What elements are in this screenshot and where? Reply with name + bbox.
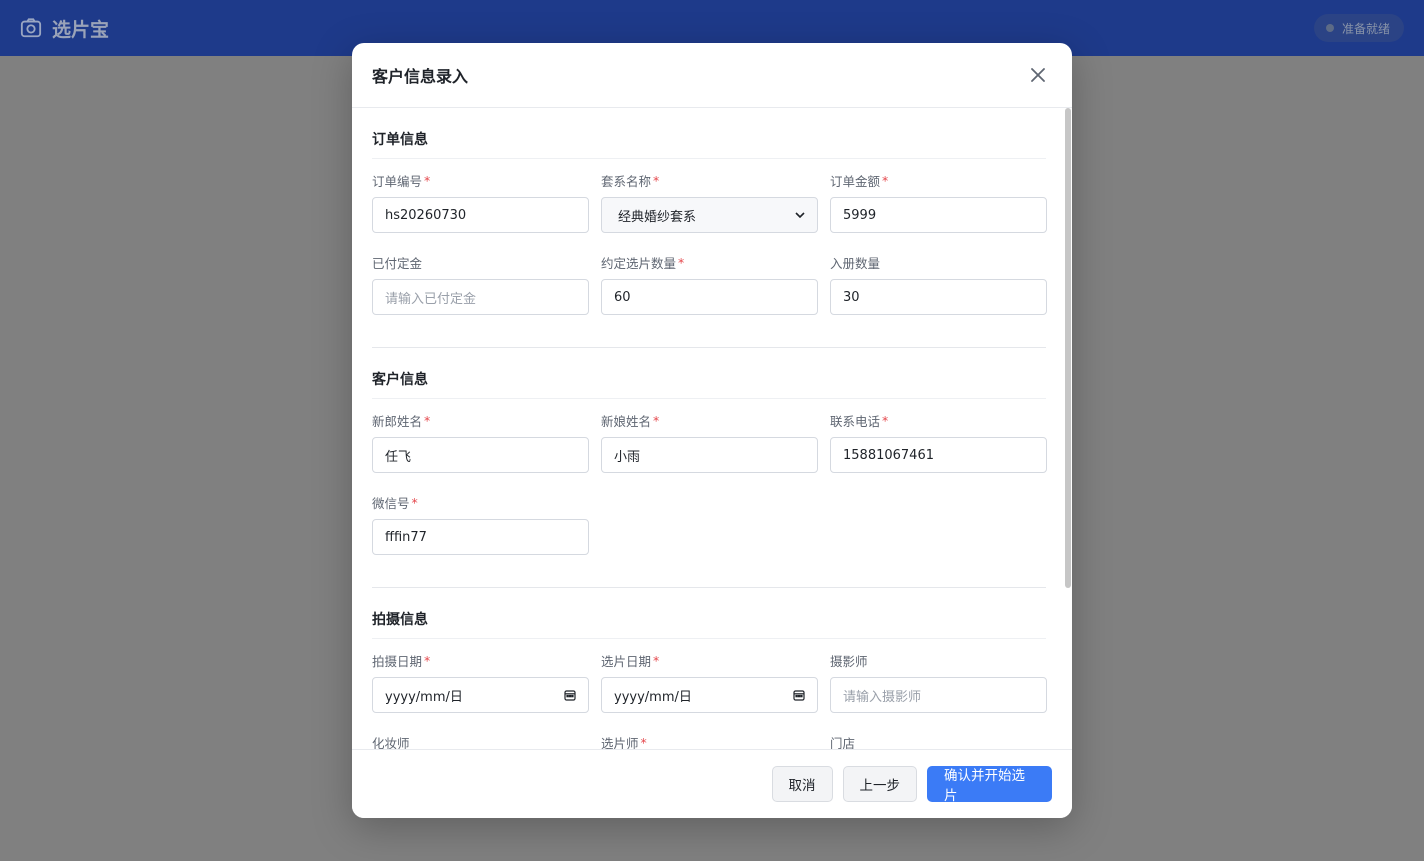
section-title-order: 订单信息 xyxy=(372,108,1046,159)
bride-name-input[interactable]: 小雨 xyxy=(601,437,818,473)
cancel-button[interactable]: 取消 xyxy=(771,766,833,802)
field-makeup: 化妆师 xyxy=(372,733,589,750)
calendar-icon[interactable] xyxy=(564,689,576,701)
section-order: 订单信息 订单编号 * hs20260730 套系名称 * 经典婚纱套系 订单金额 *… xyxy=(372,108,1047,348)
field-package: 套系名称 * 经典婚纱套系 xyxy=(601,171,818,233)
required-mark: * xyxy=(678,254,685,270)
field-order-no: 订单编号 * hs20260730 xyxy=(372,171,589,233)
field-amount: 订单金额 * 5999 xyxy=(830,171,1047,233)
photographer-input[interactable]: 请输入摄影师 xyxy=(830,677,1047,713)
phone-input[interactable]: 15881067461 xyxy=(830,437,1047,473)
label-groom: 新郎姓名 xyxy=(372,413,423,429)
groom-name-input[interactable]: 任飞 xyxy=(372,437,589,473)
required-mark: * xyxy=(424,412,431,428)
field-photographer: 摄影师 请输入摄影师 xyxy=(830,651,1047,713)
calendar-icon[interactable] xyxy=(793,689,805,701)
wechat-input[interactable]: fffin77 xyxy=(372,519,589,555)
select-count-input[interactable]: 60 xyxy=(601,279,818,315)
status-badge: 准备就绪 xyxy=(1313,14,1404,42)
close-button[interactable] xyxy=(1026,63,1050,87)
scrollbar[interactable] xyxy=(1064,108,1072,749)
confirm-start-button[interactable]: 确认并开始选片 xyxy=(927,766,1052,804)
modal-footer: 取消 上一步 确认并开始选片 xyxy=(352,749,1072,818)
required-mark: * xyxy=(653,652,660,668)
brand: 选片宝 xyxy=(20,15,109,42)
label-shoot-date: 拍摄日期 xyxy=(372,653,423,669)
field-groom: 新郎姓名 * 任飞 xyxy=(372,411,589,473)
label-amount: 订单金额 xyxy=(830,173,881,189)
section-customer: 客户信息 新郎姓名 * 任飞 新娘姓名 * 小雨 联系电话 * 15881067461… xyxy=(372,348,1047,588)
app-title: 选片宝 xyxy=(52,18,110,41)
camera-icon xyxy=(20,18,42,38)
deposit-input[interactable]: 请输入已付定金 xyxy=(372,279,589,315)
package-select[interactable]: 经典婚纱套系 xyxy=(601,197,818,233)
section-shoot: 拍摄信息 拍摄日期 * yyyy/mm/日 选片日期 * yyyy/mm/日 摄… xyxy=(372,588,1047,750)
shoot-date-input[interactable]: yyyy/mm/日 xyxy=(372,677,589,713)
select-date-placeholder: yyyy/mm/日 xyxy=(614,689,692,705)
section-title-shoot: 拍摄信息 xyxy=(372,588,1046,639)
required-mark: * xyxy=(640,734,647,750)
label-bride: 新娘姓名 xyxy=(601,413,652,429)
package-selected: 经典婚纱套系 xyxy=(618,209,697,225)
field-select-count: 约定选片数量 * 60 xyxy=(601,253,818,315)
customer-info-modal: 客户信息录入 订单信息 订单编号 * hs20260730 套系名称 * 经典婚纱套… xyxy=(352,43,1072,818)
section-title-customer: 客户信息 xyxy=(372,348,1046,399)
required-mark: * xyxy=(653,412,660,428)
required-mark: * xyxy=(882,412,889,428)
order-no-input[interactable]: hs20260730 xyxy=(372,197,589,233)
required-mark: * xyxy=(653,172,660,188)
required-mark: * xyxy=(424,172,431,188)
label-wechat: 微信号 xyxy=(372,495,410,511)
amount-input[interactable]: 5999 xyxy=(830,197,1047,233)
chevron-down-icon xyxy=(795,212,805,218)
status-dot xyxy=(1325,24,1334,32)
label-photographer: 摄影师 xyxy=(830,653,868,669)
required-mark: * xyxy=(411,494,418,510)
field-deposit: 已付定金 请输入已付定金 xyxy=(372,253,589,315)
label-selector: 选片师 xyxy=(601,735,639,750)
label-order-no: 订单编号 xyxy=(372,173,423,189)
shoot-date-placeholder: yyyy/mm/日 xyxy=(385,689,463,705)
prev-step-button[interactable]: 上一步 xyxy=(842,766,917,802)
required-mark: * xyxy=(424,652,431,668)
label-store: 门店 xyxy=(830,735,856,750)
label-album-count: 入册数量 xyxy=(830,255,881,271)
label-package: 套系名称 xyxy=(601,173,652,189)
modal-title: 客户信息录入 xyxy=(372,67,469,86)
field-select-date: 选片日期 * yyyy/mm/日 xyxy=(601,651,818,713)
status-text: 准备就绪 xyxy=(1341,21,1390,36)
field-bride: 新娘姓名 * 小雨 xyxy=(601,411,818,473)
field-store: 门店 xyxy=(830,733,1047,750)
select-date-input[interactable]: yyyy/mm/日 xyxy=(601,677,818,713)
required-mark: * xyxy=(882,172,889,188)
label-deposit: 已付定金 xyxy=(372,255,423,271)
close-icon xyxy=(1031,68,1045,82)
modal-body[interactable]: 订单信息 订单编号 * hs20260730 套系名称 * 经典婚纱套系 订单金额 *… xyxy=(352,108,1072,749)
field-album-count: 入册数量 30 xyxy=(830,253,1047,315)
field-selector: 选片师 * xyxy=(601,733,818,750)
field-wechat: 微信号 * fffin77 xyxy=(372,493,589,555)
label-phone: 联系电话 xyxy=(830,413,881,429)
modal-header: 客户信息录入 xyxy=(352,43,1072,108)
field-phone: 联系电话 * 15881067461 xyxy=(830,411,1047,473)
scrollbar-thumb[interactable] xyxy=(1065,108,1071,588)
field-shoot-date: 拍摄日期 * yyyy/mm/日 xyxy=(372,651,589,713)
label-select-count: 约定选片数量 xyxy=(601,255,677,271)
album-count-input[interactable]: 30 xyxy=(830,279,1047,315)
label-select-date: 选片日期 xyxy=(601,653,652,669)
label-makeup: 化妆师 xyxy=(372,735,410,750)
